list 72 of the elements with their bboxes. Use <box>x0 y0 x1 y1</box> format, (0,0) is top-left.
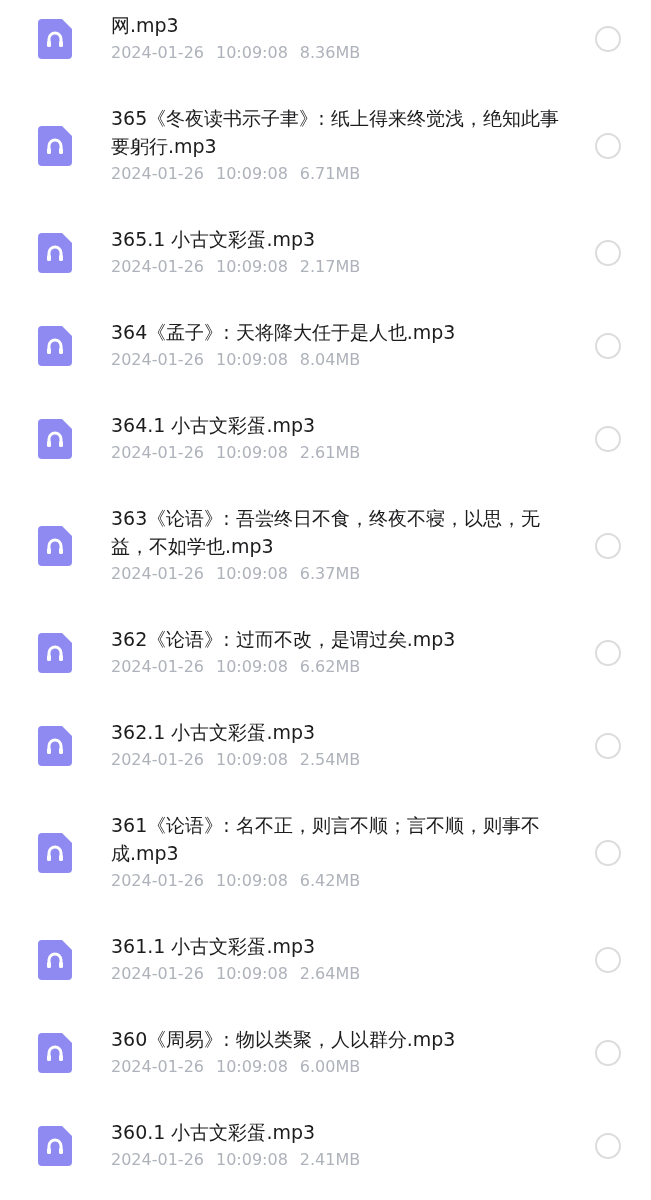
file-date: 2024-01-26 <box>111 163 204 185</box>
select-radio[interactable] <box>595 1039 621 1066</box>
file-date: 2024-01-26 <box>111 563 204 585</box>
audio-file-icon <box>38 725 72 766</box>
file-time: 10:09:08 <box>216 42 288 64</box>
file-size: 2.61MB <box>299 442 361 464</box>
file-name: 364《孟子》: 天将降大任于是人也.mp3 <box>111 320 457 345</box>
file-size: 2.54MB <box>299 749 361 771</box>
audio-file-icon <box>38 232 72 273</box>
file-name: 362《论语》: 过而不改，是谓过矣.mp3 <box>111 627 457 652</box>
audio-file-icon <box>38 525 72 566</box>
file-time: 10:09:08 <box>216 349 288 371</box>
file-time: 10:09:08 <box>216 256 288 278</box>
file-size: 6.71MB <box>299 163 361 185</box>
file-name: 362.1 小古文彩蛋.mp3 <box>111 720 317 745</box>
audio-file-icon <box>38 939 72 980</box>
select-radio[interactable] <box>595 332 621 359</box>
select-radio[interactable] <box>595 639 621 666</box>
file-name: 361《论语》: 名不正，则言不顺；言不顺，则事不成.mp3 <box>111 813 541 866</box>
audio-file-icon <box>38 632 72 673</box>
select-radio[interactable] <box>595 239 621 266</box>
file-time: 10:09:08 <box>216 749 288 771</box>
select-radio[interactable] <box>595 1132 621 1159</box>
file-name: 361.1 小古文彩蛋.mp3 <box>111 934 317 959</box>
file-time: 10:09:08 <box>216 963 288 985</box>
file-size: 6.00MB <box>299 1056 361 1078</box>
file-size: 6.62MB <box>299 656 361 678</box>
file-size: 2.41MB <box>299 1149 361 1171</box>
file-date: 2024-01-26 <box>111 1056 204 1078</box>
file-date: 2024-01-26 <box>111 349 204 371</box>
audio-file-icon <box>38 418 72 459</box>
file-name: 360《周易》: 物以类聚，人以群分.mp3 <box>111 1027 457 1052</box>
file-date: 2024-01-26 <box>111 42 204 64</box>
select-radio[interactable] <box>595 732 621 759</box>
file-size: 2.17MB <box>299 256 361 278</box>
audio-file-icon <box>38 832 72 873</box>
file-date: 2024-01-26 <box>111 442 204 464</box>
file-time: 10:09:08 <box>216 656 288 678</box>
select-radio[interactable] <box>595 532 621 559</box>
file-time: 10:09:08 <box>216 442 288 464</box>
file-time: 10:09:08 <box>216 1149 288 1171</box>
file-date: 2024-01-26 <box>111 1149 204 1171</box>
file-date: 2024-01-26 <box>111 963 204 985</box>
file-name: 364.1 小古文彩蛋.mp3 <box>111 413 317 438</box>
file-time: 10:09:08 <box>216 870 288 892</box>
file-date: 2024-01-26 <box>111 749 204 771</box>
audio-file-icon <box>38 1125 72 1166</box>
file-time: 10:09:08 <box>216 563 288 585</box>
audio-file-icon <box>38 18 72 59</box>
file-size: 6.42MB <box>299 870 361 892</box>
file-name: 网.mp3 <box>111 13 180 38</box>
file-name: 363《论语》: 吾尝终日不食，终夜不寝，以思，无益，不如学也.mp3 <box>111 506 541 559</box>
file-size: 8.36MB <box>299 42 361 64</box>
file-time: 10:09:08 <box>216 163 288 185</box>
audio-file-icon <box>38 1032 72 1073</box>
file-time: 10:09:08 <box>216 1056 288 1078</box>
file-name: 365《冬夜读书示子聿》: 纸上得来终觉浅，绝知此事要躬行.mp3 <box>111 106 560 159</box>
audio-file-icon <box>38 125 72 166</box>
file-date: 2024-01-26 <box>111 870 204 892</box>
select-radio[interactable] <box>595 839 621 866</box>
file-date: 2024-01-26 <box>111 256 204 278</box>
file-size: 6.37MB <box>299 563 361 585</box>
audio-file-icon <box>38 325 72 366</box>
file-size: 2.64MB <box>299 963 361 985</box>
file-size: 8.04MB <box>299 349 361 371</box>
select-radio[interactable] <box>595 25 621 52</box>
select-radio[interactable] <box>595 132 621 159</box>
file-date: 2024-01-26 <box>111 656 204 678</box>
select-radio[interactable] <box>595 946 621 973</box>
file-name: 365.1 小古文彩蛋.mp3 <box>111 227 317 252</box>
select-radio[interactable] <box>595 425 621 452</box>
file-name: 360.1 小古文彩蛋.mp3 <box>111 1120 317 1145</box>
